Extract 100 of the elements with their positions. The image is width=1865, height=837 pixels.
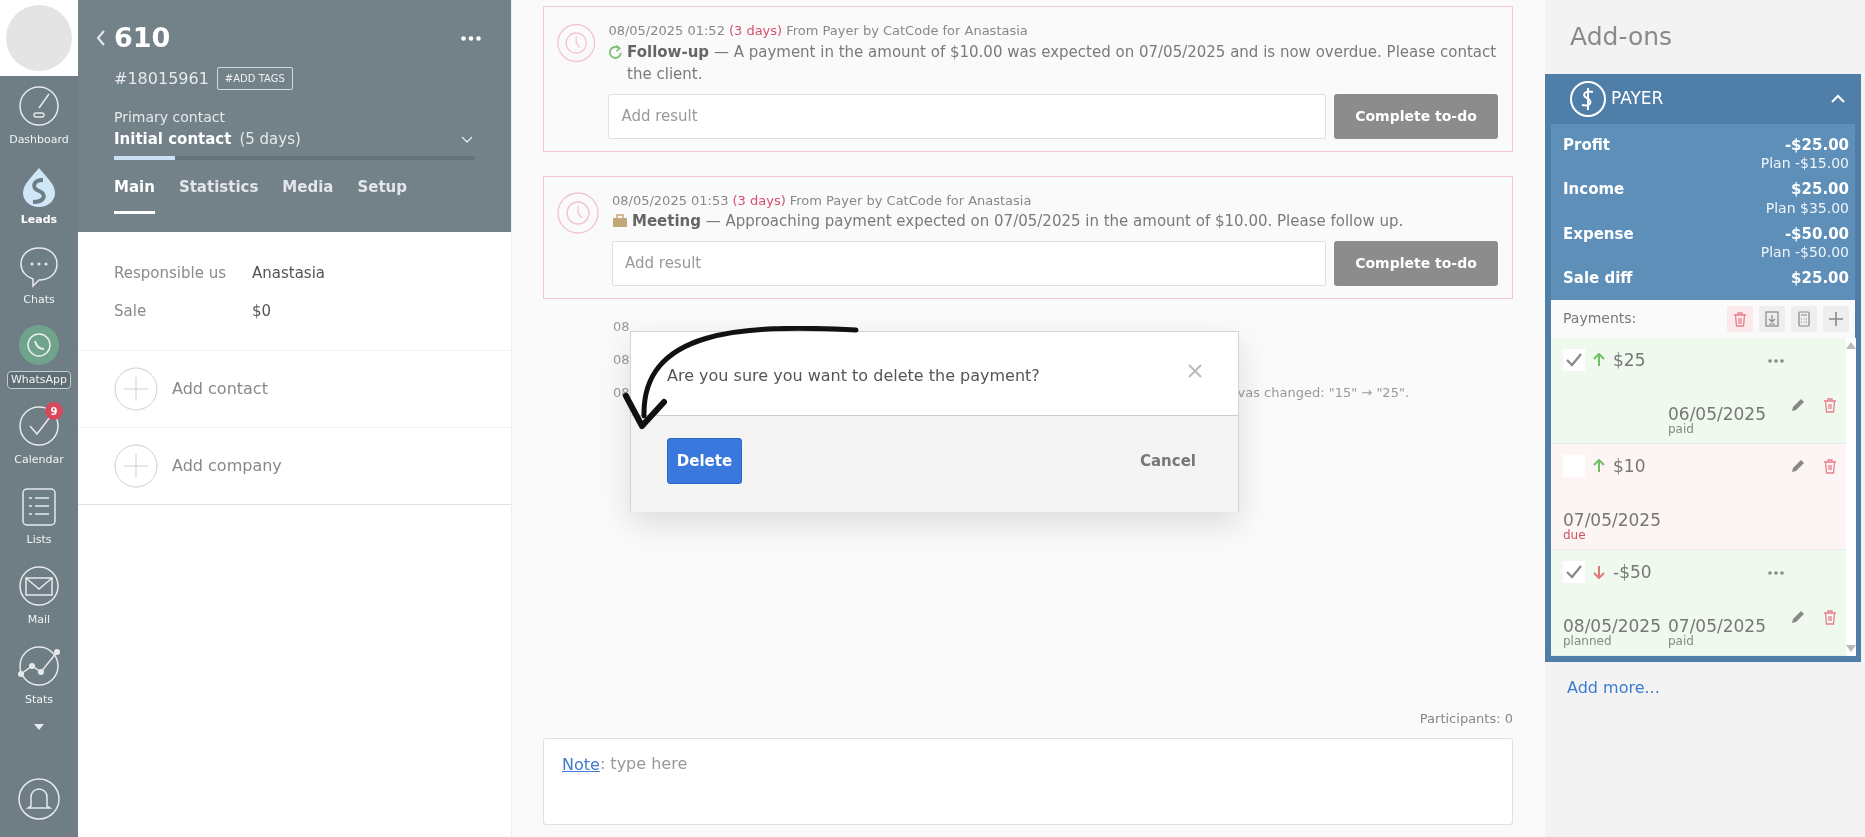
log-entry: 08 — [613, 317, 630, 336]
plan-value: Plan -$15.00 — [1759, 154, 1849, 173]
trash-icon[interactable] — [1822, 396, 1838, 413]
payment-date: 07/05/2025 — [1668, 616, 1767, 636]
add-tags-button[interactable]: #ADD TAGS — [216, 67, 293, 90]
summary-value: -$50.00 — [1784, 223, 1849, 245]
plan-value: Plan $35.00 — [1764, 198, 1849, 218]
more-icon[interactable] — [1768, 570, 1784, 575]
payment-amount: $10 — [1613, 454, 1646, 478]
add-link[interactable]: Add company — [172, 454, 282, 478]
add-more-link[interactable]: Add more... — [1545, 661, 1861, 700]
summary-value: -$25.00 — [1784, 134, 1849, 156]
result-input[interactable]: Add result — [608, 93, 1326, 139]
payment-date: 07/05/2025 — [1563, 510, 1662, 530]
line-chart-icon[interactable] — [17, 643, 61, 688]
task-text: Follow-up — A payment in the amount of $10.00 was expected on 07/05/2025 and is now overdue. Please contact the client. — [627, 41, 1498, 85]
calculator-icon[interactable] — [1795, 309, 1813, 328]
log-entry: vas changed: "15" → "25". — [1237, 383, 1409, 402]
addon-name: PAYER — [1611, 86, 1664, 110]
panel-title: Add-ons — [1569, 21, 1674, 53]
notification-badge: 9 — [45, 402, 63, 420]
clock-icon — [556, 21, 597, 65]
nav-label[interactable]: Mail — [27, 611, 51, 629]
chevron-up-icon[interactable] — [1831, 94, 1845, 104]
dialog-message: Are you sure you want to delete the payment? — [667, 365, 1040, 387]
trash-icon[interactable] — [1822, 608, 1838, 625]
tab[interactable]: Setup — [357, 176, 408, 214]
plus-icon[interactable] — [1827, 309, 1845, 328]
payment-row[interactable]: $25 06/05/2025 paid — [1551, 337, 1846, 444]
tab[interactable]: Media — [282, 176, 334, 214]
payment-row[interactable]: $10 07/05/2025 due — [1551, 443, 1846, 550]
pencil-icon[interactable] — [1790, 458, 1806, 475]
payments-label: Payments: — [1563, 309, 1637, 328]
more-icon[interactable] — [461, 36, 481, 42]
pencil-icon[interactable] — [1790, 608, 1806, 625]
payment-status: paid — [1668, 635, 1695, 649]
nav-label[interactable]: Dashboard — [9, 131, 69, 149]
stage-duration: (5 days) — [239, 128, 301, 150]
pencil-icon[interactable] — [1790, 396, 1806, 413]
stage-name[interactable]: Initial contact — [114, 127, 232, 150]
nav-label[interactable]: Stats — [24, 691, 54, 709]
payment-amount: -$50 — [1613, 560, 1652, 584]
log-entry: 08 — [613, 350, 630, 369]
summary-value: $25.00 — [1791, 268, 1849, 289]
dollar-circle-icon — [1569, 79, 1607, 118]
task-source: From Payer by CatCode for Anastasia — [786, 22, 1028, 40]
scroll-up-icon[interactable] — [1846, 341, 1856, 349]
payment-checkbox[interactable] — [1563, 561, 1585, 584]
gauge-icon[interactable] — [17, 83, 61, 128]
trash-icon[interactable] — [1731, 309, 1749, 328]
field-label: Responsible us — [114, 262, 227, 284]
tab[interactable]: Main — [114, 176, 155, 214]
pipeline-name: Primary contact — [114, 107, 226, 127]
payment-checkbox[interactable] — [1563, 349, 1585, 372]
trash-icon[interactable] — [1822, 458, 1838, 475]
bell-icon[interactable] — [17, 777, 61, 821]
nav-label[interactable]: Leads — [20, 211, 58, 229]
lead-title: 610 — [114, 21, 171, 55]
nav-label[interactable]: Calendar — [14, 451, 64, 469]
more-icon[interactable] — [1768, 358, 1784, 363]
tab[interactable]: Statistics — [178, 176, 259, 214]
payment-status: paid — [1668, 423, 1695, 437]
delete-button[interactable]: Delete — [667, 438, 742, 484]
caret-icon[interactable] — [34, 724, 44, 730]
phone-bubble-icon[interactable] — [17, 322, 61, 367]
summary-label: Sale diff — [1563, 268, 1633, 289]
summary-value: $25.00 — [1791, 179, 1849, 200]
payment-status: due — [1563, 529, 1587, 543]
payment-amount: $25 — [1613, 348, 1646, 372]
field-value[interactable]: $0 — [252, 299, 272, 323]
payment-date: 08/05/2025 — [1563, 616, 1662, 636]
payment-date: 06/05/2025 — [1668, 404, 1767, 424]
refresh-icon — [608, 43, 624, 60]
task-date: 08/05/2025 01:53 — [612, 191, 729, 210]
checkmark-circle-icon[interactable] — [17, 403, 61, 448]
download-icon[interactable] — [1763, 309, 1781, 328]
participants-count: Participants: 0 — [1418, 709, 1513, 728]
nav-label[interactable]: Chats — [23, 291, 55, 309]
add-link[interactable]: Add contact — [172, 377, 268, 401]
overdue-days: (3 days) — [732, 190, 786, 210]
back-chevron-icon[interactable] — [96, 30, 106, 47]
clock-icon — [556, 190, 600, 235]
lead-id: #18015961 — [114, 67, 209, 90]
field-value[interactable]: Anastasia — [252, 261, 326, 285]
result-input[interactable]: Add result — [612, 240, 1326, 286]
nav-label[interactable]: WhatsApp — [6, 370, 72, 390]
summary-label: Expense — [1563, 223, 1634, 245]
plan-value: Plan -$50.00 — [1759, 243, 1849, 262]
note-input[interactable]: : type here — [599, 753, 800, 775]
close-icon[interactable] — [1188, 364, 1202, 378]
complete-button[interactable]: Complete to-do — [1334, 240, 1498, 286]
payment-row[interactable]: -$50 08/05/2025 planned 07/05/2025 paid — [1551, 549, 1846, 656]
avatar-circle — [4, 3, 74, 73]
nav-label[interactable]: Lists — [26, 531, 52, 549]
chevron-down-icon[interactable] — [461, 135, 473, 143]
note-link[interactable]: Note — [562, 753, 600, 777]
envelope-icon[interactable] — [17, 563, 61, 608]
scroll-down-icon[interactable] — [1846, 644, 1856, 652]
cancel-button[interactable]: Cancel — [1134, 438, 1202, 484]
complete-button[interactable]: Complete to-do — [1334, 93, 1498, 139]
